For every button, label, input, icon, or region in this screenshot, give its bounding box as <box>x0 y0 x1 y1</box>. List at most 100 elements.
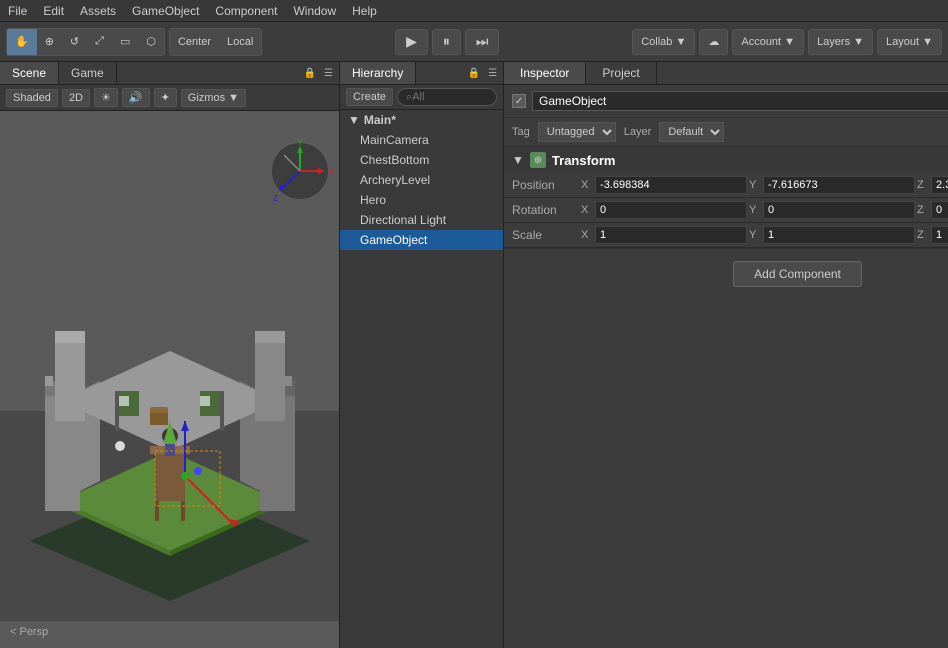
hierarchy-item-directionallight[interactable]: Directional Light <box>340 210 503 230</box>
transform-header[interactable]: ▼ ⊕ Transform ⧉ ⚙ <box>504 147 948 173</box>
scene-lock-icon[interactable]: 🔒 <box>302 66 318 81</box>
hierarchy-item-gameobject[interactable]: GameObject <box>340 230 503 250</box>
hierarchy-search-input[interactable] <box>397 88 497 106</box>
position-xyz: X Y Z <box>581 176 948 194</box>
inspector-content: Static ▼ Tag Untagged Layer Default ▼ <box>504 85 948 648</box>
gameobject-enabled-checkbox[interactable] <box>512 94 526 108</box>
local-button[interactable]: Local <box>219 29 261 55</box>
move-tool[interactable]: ⊕ <box>37 29 62 55</box>
fx-button[interactable]: ✦ <box>154 88 177 107</box>
item-label: ChestBottom <box>360 153 429 167</box>
gameobject-name-input[interactable] <box>532 91 948 111</box>
position-x-label: X <box>581 179 593 191</box>
hierarchy-item-maincamera[interactable]: MainCamera <box>340 130 503 150</box>
scene-tabs: Scene Game 🔒 ☰ <box>0 62 339 85</box>
position-z-label: Z <box>917 179 929 191</box>
hierarchy-item-chestbottom[interactable]: ChestBottom <box>340 150 503 170</box>
rotation-y-label: Y <box>749 204 761 216</box>
hierarchy-lock-icon[interactable]: 🔒 <box>466 66 482 81</box>
scale-tool[interactable]: ⤢ <box>87 29 112 55</box>
svg-text:Z: Z <box>273 194 278 203</box>
scene-panel: Scene Game 🔒 ☰ Shaded 2D ☀ 🔊 ✦ Gizmos ▼ <box>0 62 340 648</box>
menu-edit[interactable]: Edit <box>35 2 72 20</box>
scale-z-input[interactable] <box>931 226 948 244</box>
hierarchy-item-archerylevel[interactable]: ArcheryLevel <box>340 170 503 190</box>
position-y-input[interactable] <box>763 176 915 194</box>
position-x-input[interactable] <box>595 176 747 194</box>
hierarchy-panel: Hierarchy 🔒 ☰ Create ▼ Main* MainCamera … <box>340 62 504 648</box>
svg-text:X: X <box>329 167 335 176</box>
hierarchy-content: ▼ Main* MainCamera ChestBottom ArcheryLe… <box>340 110 503 648</box>
scene-canvas: Y X Z <box>0 111 339 621</box>
menu-bar: File Edit Assets GameObject Component Wi… <box>0 0 948 22</box>
hierarchy-tabs: Hierarchy 🔒 ☰ <box>340 62 503 85</box>
item-label: MainCamera <box>360 133 429 147</box>
rotation-label: Rotation <box>512 203 577 217</box>
transform-rotation-row: Rotation X Y Z <box>504 198 948 223</box>
tab-hierarchy[interactable]: Hierarchy <box>340 62 416 84</box>
2d-button[interactable]: 2D <box>62 89 90 107</box>
main-layout: Scene Game 🔒 ☰ Shaded 2D ☀ 🔊 ✦ Gizmos ▼ <box>0 62 948 648</box>
position-z-input[interactable] <box>931 176 948 194</box>
hand-tool[interactable]: ✋ <box>7 29 37 55</box>
play-button[interactable]: ▶ <box>395 29 428 55</box>
tag-dropdown[interactable]: Untagged <box>538 122 616 142</box>
hierarchy-item-hero[interactable]: Hero <box>340 190 503 210</box>
tag-label: Tag <box>512 126 530 138</box>
scene-toolbar: Shaded 2D ☀ 🔊 ✦ Gizmos ▼ <box>0 85 339 111</box>
hierarchy-item-main[interactable]: ▼ Main* <box>340 110 503 130</box>
persp-label: < Persp <box>10 626 48 638</box>
layer-label: Layer <box>624 126 652 138</box>
tab-game[interactable]: Game <box>59 62 117 84</box>
menu-window[interactable]: Window <box>285 2 344 20</box>
rect-tool[interactable]: ▭ <box>112 29 138 55</box>
transform-tool[interactable]: ⬡ <box>138 29 164 55</box>
add-component-button[interactable]: Add Component <box>733 261 862 287</box>
inspector-tabs: Inspector Project 🔒 ☰ <box>504 62 948 85</box>
layer-dropdown[interactable]: Default <box>659 122 724 142</box>
tab-project[interactable]: Project <box>586 62 656 84</box>
scale-x-input[interactable] <box>595 226 747 244</box>
menu-help[interactable]: Help <box>344 2 385 20</box>
scale-y-input[interactable] <box>763 226 915 244</box>
center-button[interactable]: Center <box>170 29 219 55</box>
rotation-y-input[interactable] <box>763 201 915 219</box>
rotate-tool[interactable]: ↺ <box>62 29 87 55</box>
layout-dropdown[interactable]: Layout ▼ <box>877 29 942 55</box>
position-y-label: Y <box>749 179 761 191</box>
tab-inspector[interactable]: Inspector <box>504 62 586 84</box>
lighting-button[interactable]: ☀ <box>94 88 118 107</box>
collab-button[interactable]: Collab ▼ <box>632 29 695 55</box>
menu-gameobject[interactable]: GameObject <box>124 2 207 20</box>
item-label: Main* <box>364 113 396 127</box>
menu-assets[interactable]: Assets <box>72 2 124 20</box>
rotation-x-input[interactable] <box>595 201 747 219</box>
menu-file[interactable]: File <box>0 2 35 20</box>
layers-dropdown[interactable]: Layers ▼ <box>808 29 873 55</box>
scale-z-label: Z <box>917 229 929 241</box>
pause-button[interactable]: ⏸ <box>432 29 461 55</box>
shaded-button[interactable]: Shaded <box>6 89 58 107</box>
menu-component[interactable]: Component <box>207 2 285 20</box>
create-button[interactable]: Create <box>346 88 393 106</box>
position-label: Position <box>512 178 577 192</box>
step-button[interactable]: ⏭ <box>465 29 500 55</box>
transform-scale-row: Scale X Y Z <box>504 223 948 248</box>
svg-text:Y: Y <box>297 138 303 147</box>
tool-group: ✋ ⊕ ↺ ⤢ ▭ ⬡ <box>6 28 165 56</box>
transform-position-row: Position X Y Z <box>504 173 948 198</box>
rotation-xyz: X Y Z <box>581 201 948 219</box>
audio-button[interactable]: 🔊 <box>122 88 150 107</box>
cloud-button[interactable]: ☁ <box>699 29 728 55</box>
rotation-x-label: X <box>581 204 593 216</box>
scene-menu-icon[interactable]: ☰ <box>322 66 335 81</box>
gizmos-button[interactable]: Gizmos ▼ <box>181 89 246 107</box>
scene-view[interactable]: Y X Z < Persp <box>0 111 339 648</box>
hierarchy-menu-icon[interactable]: ☰ <box>486 66 499 81</box>
transform-component: ▼ ⊕ Transform ⧉ ⚙ Position X Y <box>504 147 948 249</box>
rotation-z-input[interactable] <box>931 201 948 219</box>
account-dropdown[interactable]: Account ▼ <box>732 29 804 55</box>
tab-scene[interactable]: Scene <box>0 62 59 84</box>
item-label: Directional Light <box>360 213 446 227</box>
gameobject-header: Static ▼ <box>504 85 948 118</box>
